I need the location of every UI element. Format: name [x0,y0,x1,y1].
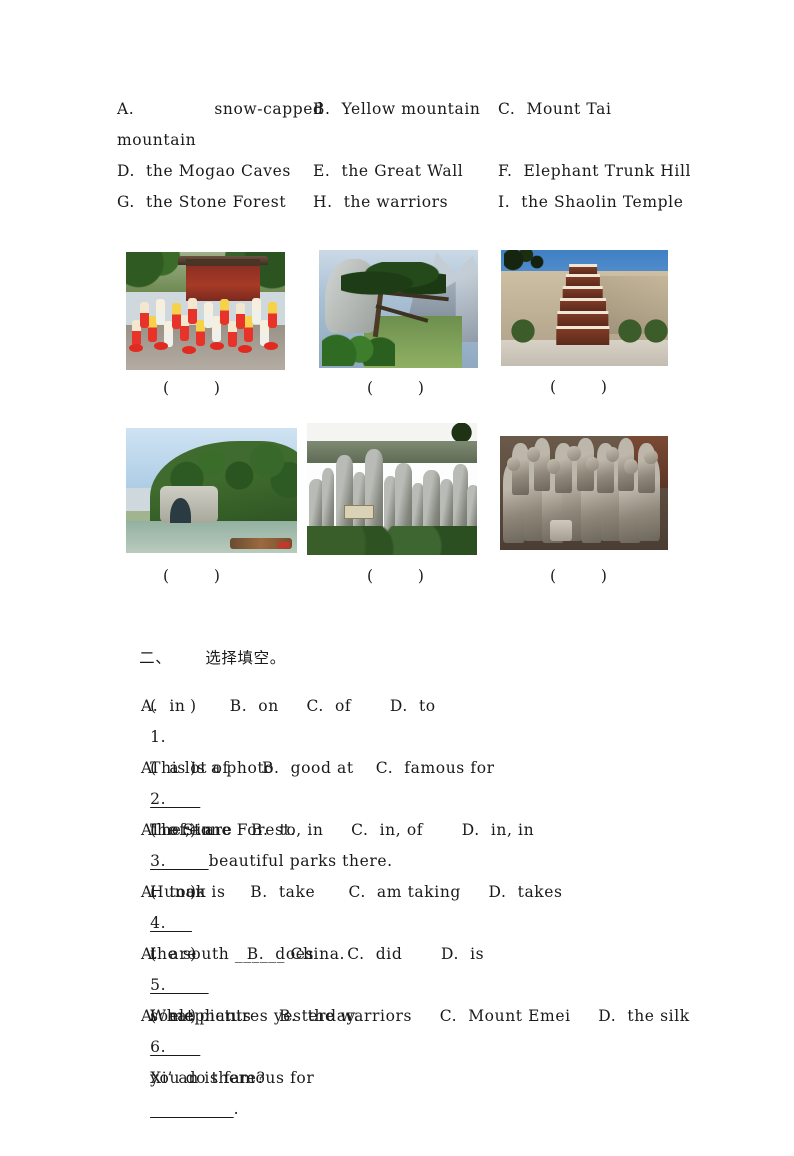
question-1-stem: ( ) 1. This is a photo ______ the Stone … [117,660,717,839]
word-bank-continuation: mountain [117,131,197,149]
p3-tree-far-right [641,314,668,348]
p4-raft-red-marker [278,541,291,548]
question-3-options[interactable]: A. of, in B. to, in C. in, of D. in, in [117,815,717,846]
question-2-text-after: beautiful parks there. [208,852,393,870]
question-6-options[interactable]: A. elephants B. the warriors C. Mount Em… [117,1001,717,1032]
word-bank-row-2: mountain [117,125,697,156]
word-bank-row-1: A. snow-cappedB. Yellow mountain C. Mount … [117,94,697,125]
p3-overhanging-branch [504,250,555,281]
picture-3-answer-blank[interactable]: ( ) [550,378,608,396]
question-6-number: 6. [150,1038,167,1056]
question-6-blank[interactable]: __________ [150,1100,234,1118]
word-bank-item-a: A. snow-capped [117,94,323,125]
word-bank-label-a: A. [117,100,135,118]
word-bank-item-d: D. the Mogao Caves [117,162,291,180]
word-bank-item-c: C. Mount Tai [498,100,612,118]
word-bank-item-e: E. the Great Wall [313,162,464,180]
question-5-stem: ( ) 5. What ______ you do there? [117,908,717,1087]
question-5-number: 5. [150,976,167,994]
question-1-number: 1. [150,728,167,746]
picture-5-answer-blank[interactable]: ( ) [367,567,425,585]
question-2-stem: ( ) 2. There are _______beautiful parks … [117,722,717,870]
question-1-options[interactable]: A. in B. on C. of D. to [117,691,717,722]
picture-4-elephant-trunk-hill [126,428,297,553]
picture-1-answer-blank[interactable]: ( ) [163,379,221,397]
p3-tree-right [614,314,645,348]
picture-2-answer-blank[interactable]: ( ) [367,379,425,397]
p6-stone-slab [550,520,573,541]
p1-kungfu-performers [126,294,285,355]
word-bank-row-4: G. the Stone Forest H. the warriors I. the… [117,187,697,218]
word-bank-item-f: F. Elephant Trunk Hill [498,162,692,180]
word-bank-item-b: B. Yellow mountain [313,100,481,118]
word-bank-item-g: G. the Stone Forest [117,193,287,211]
word-bank-list: A. snow-cappedB. Yellow mountain C. Mount … [117,94,697,218]
picture-3-mogao-caves [501,250,668,366]
question-2-number: 2. [150,790,167,808]
picture-2-yellow-mountain [319,250,478,368]
question-4-number: 4. [150,914,167,932]
question-5-options[interactable]: A. are B. does C. did D. is [117,939,717,970]
word-bank-row-3: D. the Mogao Caves E. the Great Wall F. El… [117,156,697,187]
p3-tree-left [507,314,538,348]
picture-6-answer-blank[interactable]: ( ) [550,567,608,585]
word-bank-item-i: I. the Shaolin Temple [498,193,684,211]
question-3-number: 3. [150,852,167,870]
question-6-text-before: Xi’ an is famous for [150,1069,315,1087]
picture-6-terracotta-warriors [500,436,668,550]
p5-corner-tree [443,423,474,442]
question-3-stem: ( ) 3. Hunan is _____ the south ______ C… [117,784,717,963]
exam-worksheet-page: A. snow-cappedB. Yellow mountain C. Mount … [0,0,794,1123]
question-4-options[interactable]: A. took B. take C. am taking D. takes [117,877,717,908]
question-6-text-after: . [233,1100,240,1118]
p3-nine-storey-pagoda [556,263,610,346]
p2-foreground-shrubs [322,327,396,366]
picture-1-shaolin-temple [126,252,285,370]
p2-pine-canopy [341,261,447,298]
p6-warrior-rows [500,436,668,550]
question-2-options[interactable]: A. a lot of B. good at C. famous for [117,753,717,784]
p5-foreground-vegetation [307,525,477,555]
picture-4-answer-blank[interactable]: ( ) [163,567,221,585]
word-bank-item-h: H. the warriors [313,193,449,211]
p5-stone-tablet [344,504,374,519]
p5-karst-pillars [307,444,477,537]
word-bank-text-a: snow-capped [214,100,324,118]
picture-5-stone-forest [307,423,477,555]
multiple-choice-question-list: ( ) 1. This is a photo ______ the Stone … [117,660,717,1118]
